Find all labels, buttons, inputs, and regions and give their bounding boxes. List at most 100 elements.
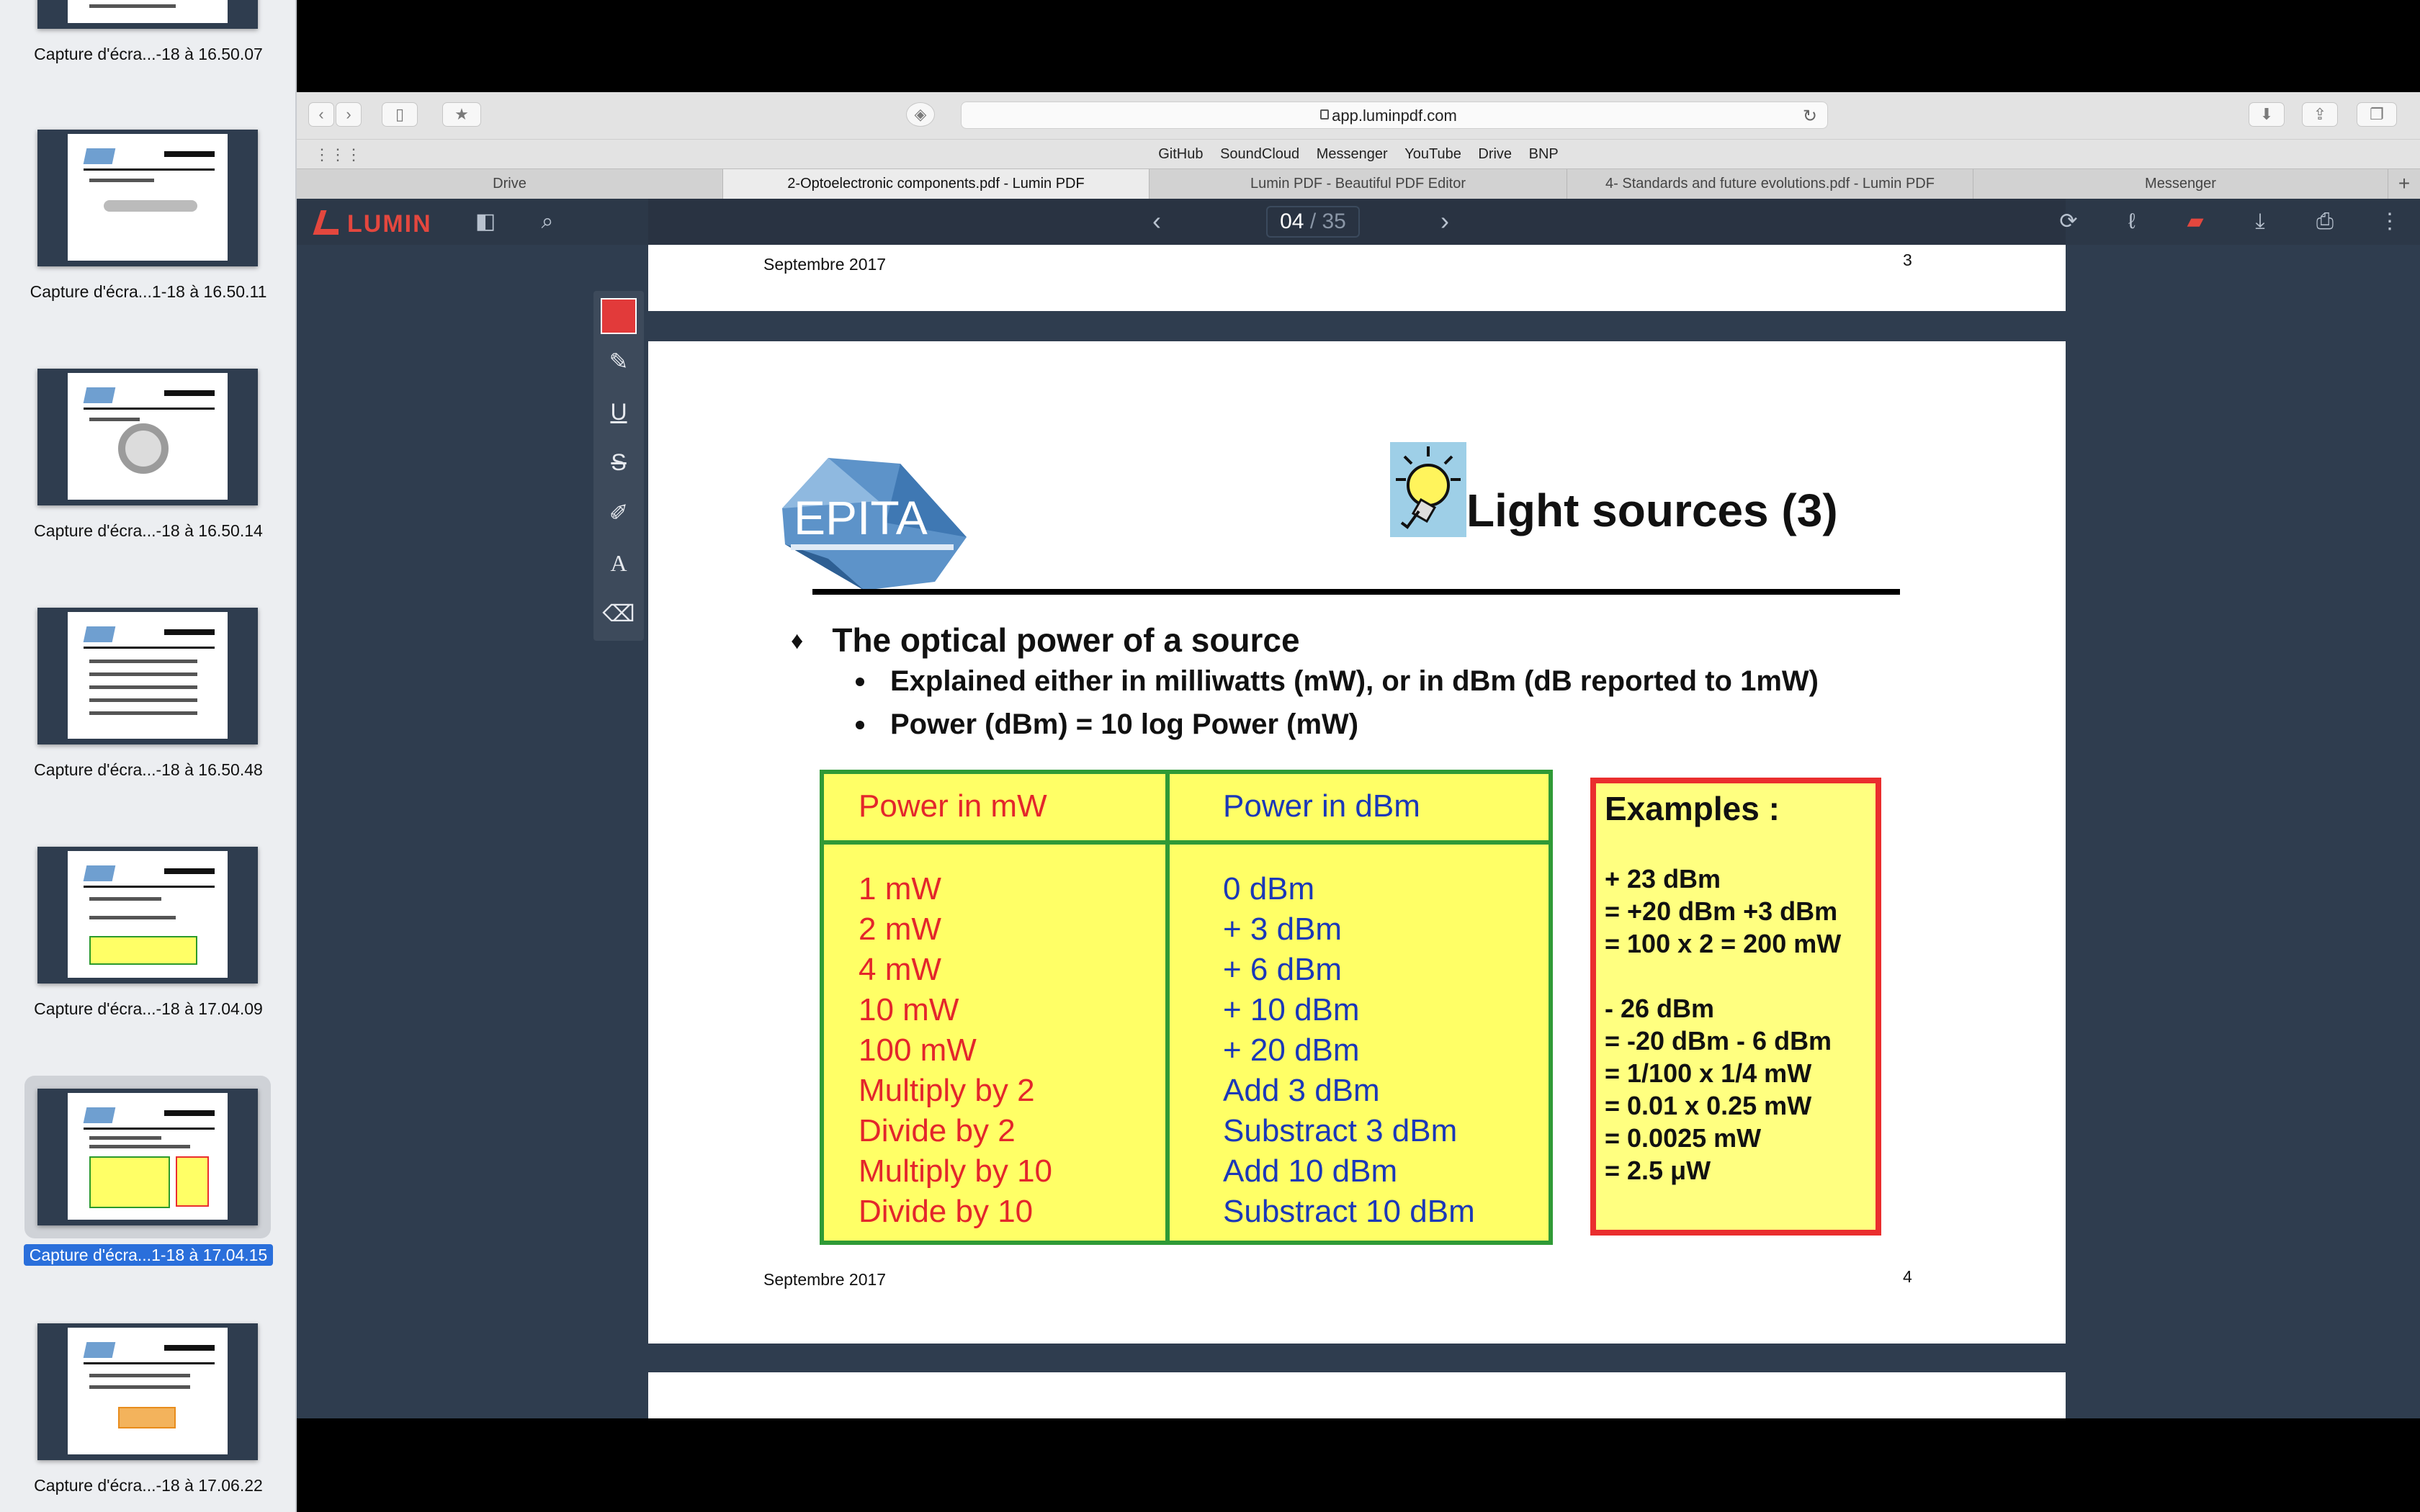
back-button[interactable]: ‹ [308, 102, 334, 127]
table-cell: Multiply by 2 [859, 1073, 1035, 1108]
url-text: app.luminpdf.com [1332, 107, 1457, 125]
table-cell: Substract 3 dBm [1223, 1113, 1458, 1148]
tab-standards[interactable]: 4- Standards and future evolutions.pdf -… [1567, 169, 1973, 199]
tab-lumin-editor[interactable]: Lumin PDF - Beautiful PDF Editor [1150, 169, 1567, 199]
lumin-logo[interactable]: LUMIN [314, 207, 432, 238]
downloads-button[interactable]: ⬇ [2249, 102, 2285, 127]
forward-button[interactable]: › [336, 102, 362, 127]
download-icon[interactable]: ⤓ [2246, 209, 2275, 235]
strikethrough-icon[interactable]: S [601, 444, 637, 481]
pdf-page-current: EPITA Light sources (3) ♦ The optical po… [648, 341, 2066, 1344]
sub-bullet: Power (dBm) = 10 log Power (mW) [856, 708, 1358, 741]
favorite-drive[interactable]: Drive [1478, 146, 1512, 162]
lightbulb-icon [1390, 442, 1466, 537]
bookmarks-button[interactable]: ★ [442, 102, 481, 127]
privacy-shield-icon[interactable]: ◈ [906, 102, 935, 127]
thumbnail-image [37, 0, 258, 29]
table-cell: + 3 dBm [1223, 912, 1343, 947]
example-line: = 1/100 x 1/4 mW [1605, 1058, 1812, 1088]
example-line: = 2.5 μW [1605, 1156, 1711, 1185]
examples-heading: Examples : [1605, 790, 1780, 827]
table-column-mw: 1 mW 2 mW 4 mW 10 mW 100 mW Multiply by … [859, 869, 1052, 1232]
current-page-number[interactable]: 04 [1280, 210, 1304, 233]
favorite-messenger[interactable]: Messenger [1317, 146, 1388, 162]
example-line [1605, 960, 1841, 992]
favorite-github[interactable]: GitHub [1158, 146, 1203, 162]
lumin-logo-icon [314, 210, 341, 235]
next-page-icon[interactable]: › [1440, 206, 1449, 236]
rotate-icon[interactable]: ⟳ [2054, 209, 2083, 235]
examples-box: Examples : + 23 dBm = +20 dBm +3 dBm = 1… [1590, 778, 1881, 1236]
page-footer-date: Septembre 2017 [763, 255, 887, 274]
tab-overview-button[interactable]: ❐ [2357, 102, 2397, 127]
table-column-dbm: 0 dBm + 3 dBm + 6 dBm + 10 dBm + 20 dBm … [1223, 869, 1475, 1232]
favorite-soundcloud[interactable]: SoundCloud [1220, 146, 1299, 162]
favorites-list: GitHub SoundCloud Messenger YouTube Driv… [297, 146, 2420, 163]
underline-icon[interactable]: U [601, 393, 637, 431]
browser-window: ‹ › ▯ ★ ◈ app.luminpdf.com ↻ ⬇ ⇪ ❐ ⋮⋮⋮ G… [297, 92, 2420, 1418]
color-picker-swatch[interactable] [601, 298, 637, 334]
screen: Capture d'écra...-18 à 16.50.07 Capture … [0, 0, 2420, 1512]
annotation-palette: ✎ U S ✐ A ⌫ [593, 291, 644, 641]
new-tab-button[interactable]: + [2388, 169, 2420, 199]
thumbnail-image [37, 369, 258, 505]
thumbnail-caption: Capture d'écra...1-18 à 16.50.11 [30, 282, 267, 301]
example-line: = -20 dBm - 6 dBm [1605, 1026, 1832, 1056]
thumbnail-image [37, 847, 258, 984]
sub-bullet: Explained either in milliwatts (mW), or … [856, 665, 1819, 698]
favorite-youtube[interactable]: YouTube [1404, 146, 1461, 162]
pdf-page-next [648, 1372, 2066, 1418]
slide-title: Light sources (3) [1466, 485, 1838, 536]
tab-drive[interactable]: Drive [297, 169, 723, 199]
title-divider [812, 589, 1900, 595]
table-cell: Add 3 dBm [1223, 1073, 1380, 1108]
table-cell: 10 mW [859, 992, 959, 1027]
lumin-viewer: Septembre 2017 3 EPITA Light sources (3)… [297, 199, 2420, 1418]
table-cell: + 6 dBm [1223, 952, 1343, 987]
tab-messenger[interactable]: Messenger [1973, 169, 2388, 199]
examples-lines: + 23 dBm = +20 dBm +3 dBm = 100 x 2 = 20… [1605, 863, 1841, 1187]
table-cell: 100 mW [859, 1032, 977, 1068]
tab-bar: Drive 2-Optoelectronic components.pdf - … [297, 168, 2420, 199]
thumbnail-caption: Capture d'écra...-18 à 17.04.09 [34, 999, 263, 1018]
search-icon[interactable]: ⌕ [533, 209, 562, 235]
table-cell: Add 10 dBm [1223, 1153, 1398, 1189]
epita-logo-text: EPITA [794, 491, 928, 544]
table-cell: 2 mW [859, 912, 941, 947]
signature-icon[interactable]: ℓ [2118, 209, 2146, 235]
highlighter-icon[interactable]: ✐ [601, 494, 637, 531]
table-cell: Divide by 2 [859, 1113, 1016, 1148]
table-header-mw: Power in mW [859, 788, 1047, 824]
sidebar-panel-icon[interactable]: ◧ [471, 209, 500, 235]
eraser-icon[interactable]: ⌫ [601, 595, 637, 632]
bullet-main: ♦ The optical power of a source [791, 621, 1300, 659]
example-line: = 0.01 x 0.25 mW [1605, 1091, 1812, 1120]
bullet-dot-icon [856, 721, 864, 729]
tab-optoelectronic-components[interactable]: 2-Optoelectronic components.pdf - Lumin … [723, 169, 1150, 199]
table-cell: Multiply by 10 [859, 1153, 1053, 1189]
previous-page-icon[interactable]: ‹ [1152, 206, 1161, 236]
thumbnail-caption: Capture d'écra...-18 à 16.50.07 [34, 45, 263, 63]
address-bar[interactable]: app.luminpdf.com ↻ [961, 102, 1828, 129]
page-footer-number: 4 [1903, 1267, 1912, 1286]
text-icon[interactable]: A [601, 544, 637, 582]
favorites-bar: ⋮⋮⋮ GitHub SoundCloud Messenger YouTube … [297, 140, 2420, 168]
favorite-bnp[interactable]: BNP [1529, 146, 1559, 162]
comment-icon[interactable]: ▰ [2181, 209, 2210, 235]
print-icon[interactable]: ⎙ [2311, 209, 2339, 235]
page-counter[interactable]: 04 / 35 [1266, 206, 1360, 238]
page-footer-number: 3 [1903, 251, 1912, 269]
table-cell: Substract 10 dBm [1223, 1194, 1475, 1229]
table-cell: + 10 dBm [1223, 992, 1360, 1027]
reload-icon[interactable]: ↻ [1803, 106, 1817, 127]
table-cell: 4 mW [859, 952, 941, 987]
example-line: = 0.0025 mW [1605, 1123, 1762, 1153]
sidebar-toggle-button[interactable]: ▯ [382, 102, 418, 127]
table-cell: + 20 dBm [1223, 1032, 1360, 1068]
lumin-toolbar: LUMIN ◧ ⌕ ‹ 04 / 35 › ⟳ ℓ ▰ ⤓ ⎙ ⋮ [297, 199, 2420, 245]
more-options-icon[interactable]: ⋮ [2375, 209, 2404, 235]
share-button[interactable]: ⇪ [2302, 102, 2338, 127]
thumbnail-sidebar[interactable]: Capture d'écra...-18 à 16.50.07 Capture … [0, 0, 297, 1512]
example-line: + 23 dBm [1605, 864, 1721, 894]
pen-icon[interactable]: ✎ [601, 343, 637, 380]
